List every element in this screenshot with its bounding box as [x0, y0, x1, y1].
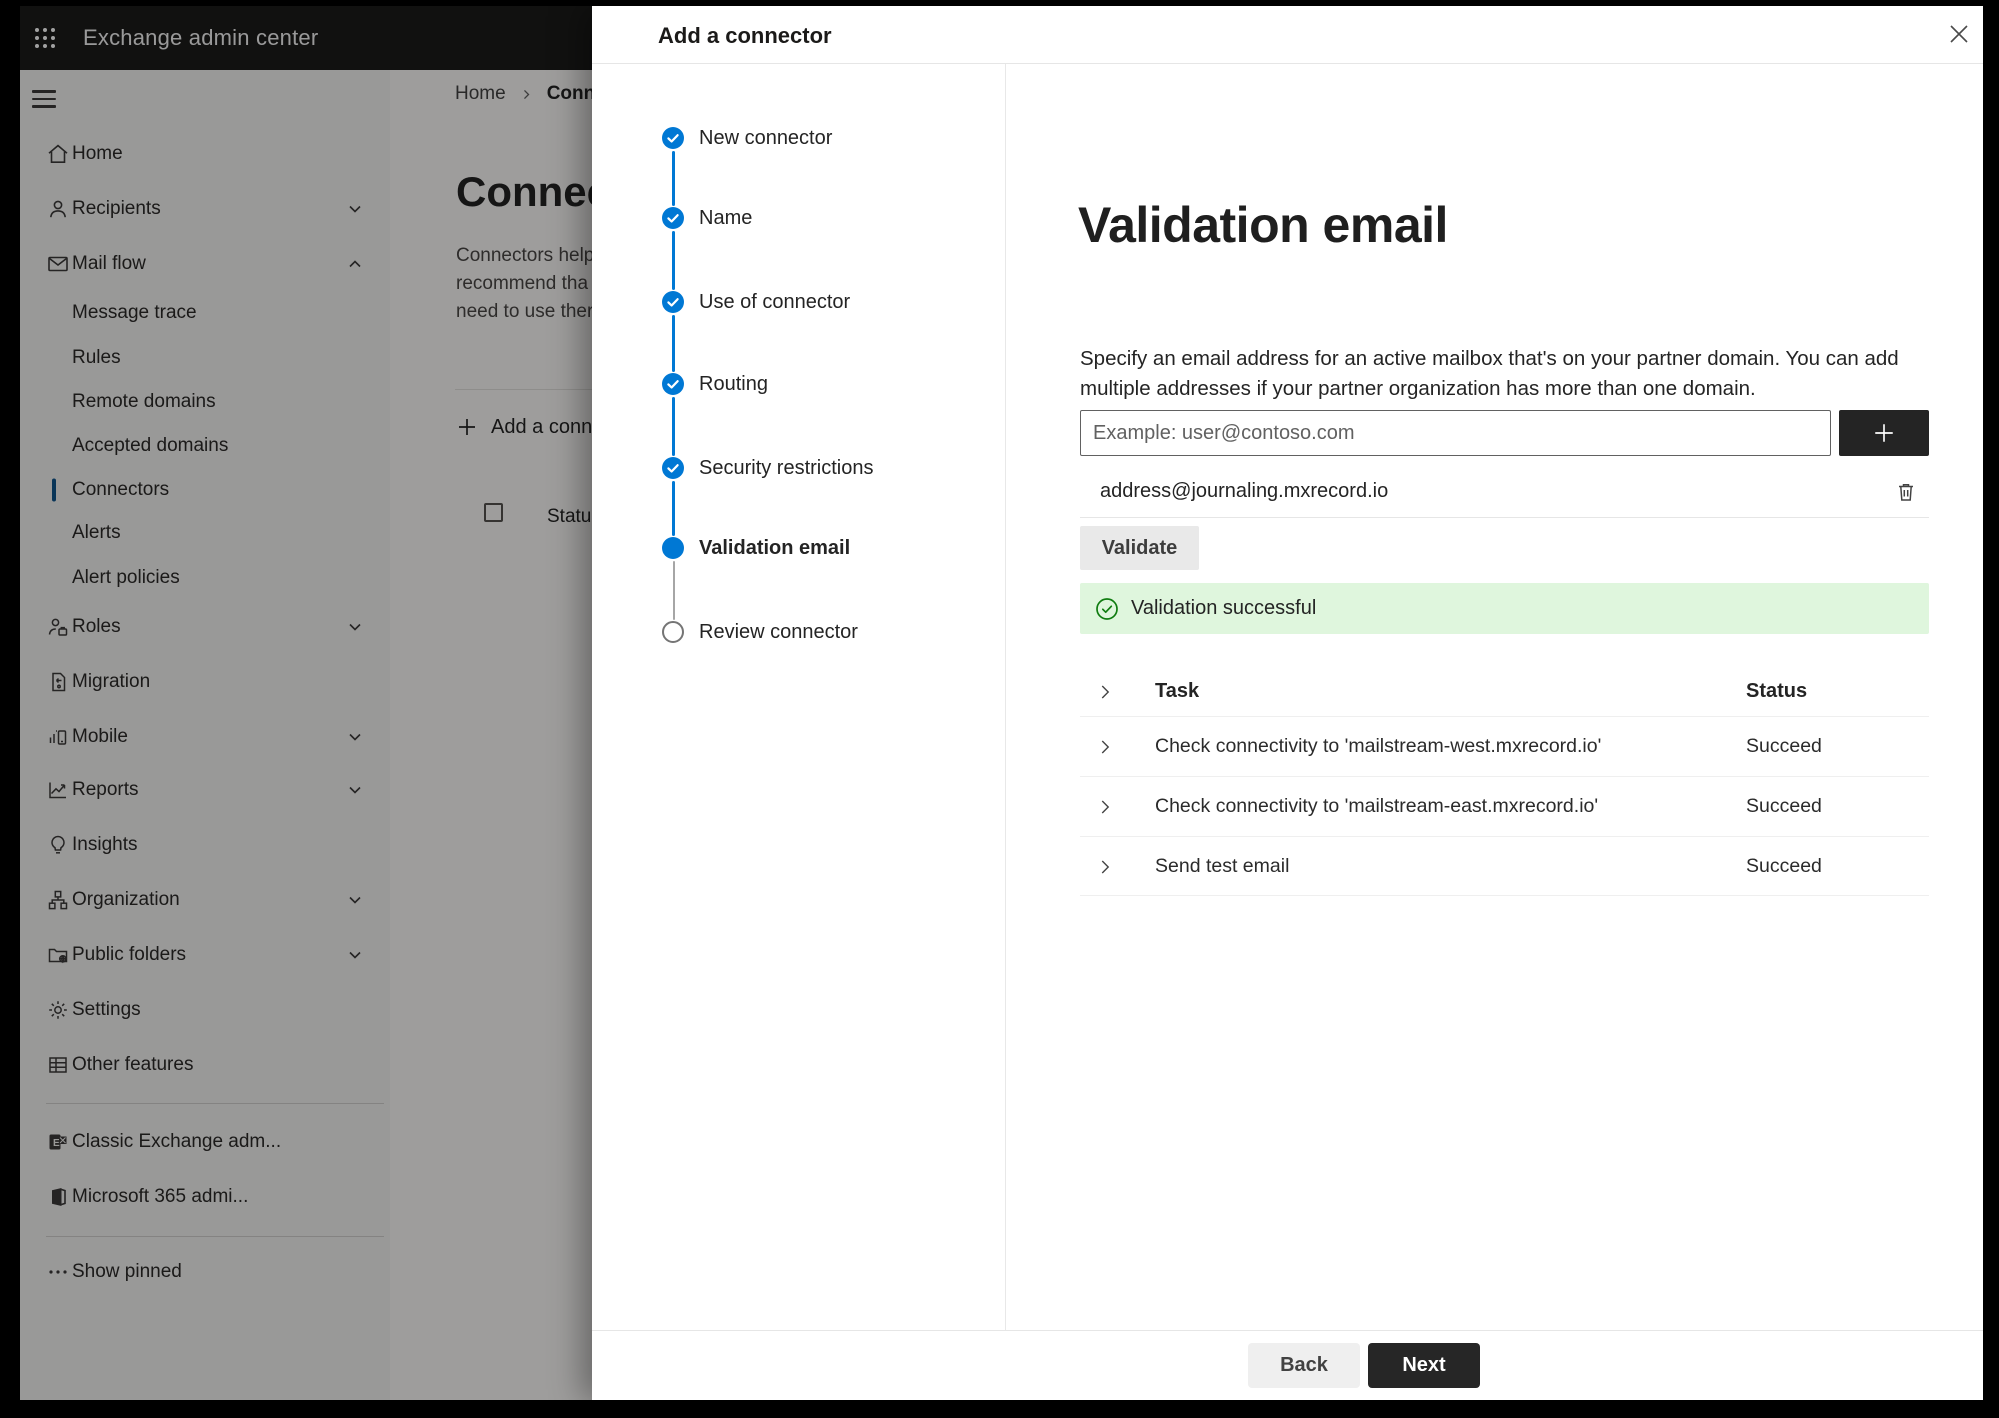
status-cell: Succeed — [1746, 795, 1822, 817]
chevron-right-icon — [1094, 681, 1116, 703]
footer-divider — [592, 1330, 1983, 1331]
column-header-task: Task — [1155, 680, 1200, 702]
plus-icon — [1875, 424, 1893, 442]
next-button[interactable]: Next — [1368, 1343, 1480, 1388]
table-row[interactable]: Check connectivity to 'mailstream-west.m… — [1080, 716, 1929, 776]
step-complete-icon — [661, 290, 685, 314]
expand-row-icon[interactable] — [1094, 796, 1116, 818]
back-button[interactable]: Back — [1248, 1343, 1360, 1388]
table-row[interactable]: Send test email Succeed — [1080, 836, 1929, 896]
dialog-header: Add a connector — [592, 6, 1983, 64]
step-current-icon — [661, 536, 685, 560]
table-row[interactable]: Check connectivity to 'mailstream-east.m… — [1080, 776, 1929, 836]
step-connector-line — [672, 397, 675, 456]
step-connector-line — [672, 481, 675, 536]
add-connector-dialog: Add a connector New connector Name Use o… — [592, 6, 1983, 1400]
content-description: Specify an email address for an active m… — [1080, 347, 1899, 400]
status-cell: Succeed — [1746, 855, 1822, 877]
content-heading: Validation email — [1078, 197, 1448, 253]
success-check-icon — [1095, 597, 1119, 621]
trash-icon — [1899, 483, 1913, 501]
step-complete-icon — [661, 206, 685, 230]
task-cell: Send test email — [1155, 855, 1290, 877]
screenshot-frame: Exchange admin center Home Recipients Ma… — [0, 0, 1999, 1418]
divider — [1080, 517, 1929, 518]
expand-row-icon[interactable] — [1094, 736, 1116, 758]
step-complete-icon — [661, 456, 685, 480]
status-cell: Succeed — [1746, 735, 1822, 757]
step-todo-icon — [661, 620, 685, 644]
address-list-item: address@journaling.mxrecord.io — [1080, 466, 1929, 517]
step-connector-line — [672, 151, 675, 206]
expand-row-icon[interactable] — [1094, 856, 1116, 878]
close-button[interactable] — [1946, 21, 1972, 47]
step-complete-icon — [661, 126, 685, 150]
validation-results-table: Task Status Check connectivity to 'mails… — [1080, 673, 1929, 896]
app-screen: Exchange admin center Home Recipients Ma… — [20, 6, 1983, 1400]
banner-text: Validation successful — [1131, 597, 1317, 619]
column-header-status: Status — [1746, 680, 1808, 702]
task-cell: Check connectivity to 'mailstream-east.m… — [1155, 795, 1599, 817]
step-complete-icon — [661, 372, 685, 396]
validate-button[interactable]: Validate — [1080, 526, 1199, 570]
delete-address-button[interactable] — [1891, 477, 1921, 507]
address-value: address@journaling.mxrecord.io — [1100, 480, 1389, 502]
step-connector-line — [672, 561, 675, 620]
email-address-input[interactable] — [1080, 410, 1831, 456]
step-connector-line — [672, 315, 675, 372]
add-address-button[interactable] — [1839, 410, 1929, 456]
validation-success-banner: Validation successful — [1080, 583, 1929, 634]
wizard-rail-divider — [1005, 64, 1006, 1330]
close-icon — [1950, 25, 1968, 43]
step-connector-line — [672, 231, 675, 290]
table-header-row: Task Status — [1080, 673, 1929, 716]
dialog-title: Add a connector — [658, 23, 832, 48]
task-cell: Check connectivity to 'mailstream-west.m… — [1155, 735, 1602, 757]
